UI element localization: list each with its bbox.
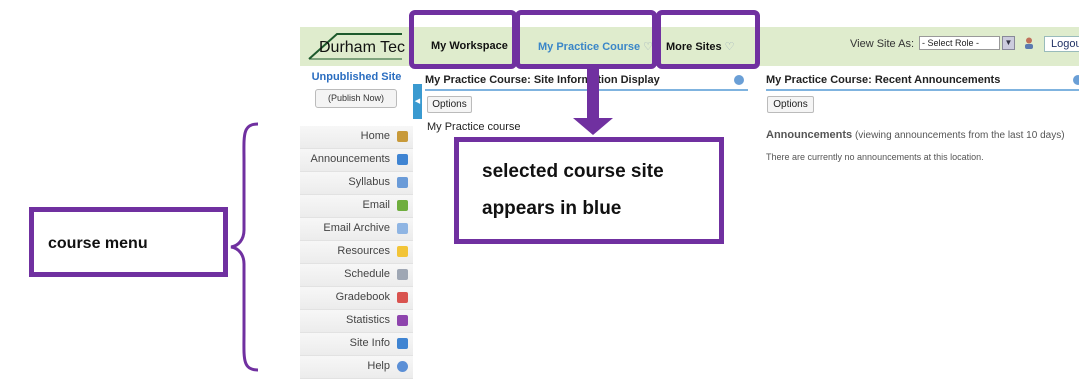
sidebar-item-label: Schedule [344, 268, 390, 280]
sidebar-item-email-archive[interactable]: Email Archive [300, 218, 413, 241]
selected-course-callout: selected course site appears in blue [454, 137, 724, 244]
arrow-down-icon [573, 118, 613, 135]
role-select[interactable]: - Select Role - [919, 36, 1000, 50]
durham-tech-logo[interactable]: Durham Tec [307, 31, 405, 61]
collapse-menu-icon[interactable]: ◀ [413, 84, 422, 119]
sidebar-item-label: Syllabus [348, 176, 390, 188]
sidebar-item-home[interactable]: Home [300, 126, 413, 149]
sidebar-item-announcements[interactable]: Announcements [300, 149, 413, 172]
info-icon [397, 338, 408, 349]
announcements-note: (viewing announcements from the last 10 … [854, 130, 1065, 141]
logo-text: Durham Tec [319, 39, 405, 56]
highlight-box [515, 10, 657, 69]
highlight-box [409, 10, 517, 69]
arrow-shaft [587, 69, 599, 119]
folder-icon [397, 246, 408, 257]
gradebook-icon [397, 292, 408, 303]
sidebar-item-label: Help [367, 360, 390, 372]
help-icon[interactable] [734, 75, 744, 85]
sidebar-item-gradebook[interactable]: Gradebook [300, 287, 413, 310]
site-status: Unpublished Site [311, 71, 402, 83]
sidebar-item-label: Home [360, 130, 390, 142]
logout-button[interactable]: Logou [1044, 36, 1079, 52]
sidebar-item-statistics[interactable]: Statistics [300, 310, 413, 333]
course-menu-callout: course menu [29, 207, 228, 277]
sidebar-item-resources[interactable]: Resources [300, 241, 413, 264]
site-description: My Practice course [427, 121, 521, 133]
curly-brace-icon [230, 122, 259, 372]
calendar-icon [397, 269, 408, 280]
user-icon [1025, 37, 1033, 49]
callout-text-line1: selected course site [482, 161, 664, 182]
home-icon [397, 131, 408, 142]
sidebar-item-label: Resources [337, 245, 390, 257]
options-button[interactable]: Options [427, 96, 472, 113]
announcements-empty-message: There are currently no announcements at … [766, 152, 984, 162]
help-icon[interactable] [1073, 75, 1079, 85]
sidebar-item-syllabus[interactable]: Syllabus [300, 172, 413, 195]
sidebar-item-label: Gradebook [335, 291, 390, 303]
options-button[interactable]: Options [767, 96, 814, 113]
megaphone-icon [397, 154, 408, 165]
callout-text: course menu [48, 235, 148, 252]
announcements-heading-label: Announcements [766, 129, 853, 141]
sidebar-item-label: Email Archive [323, 222, 390, 234]
view-site-as-label: View Site As: [850, 38, 914, 50]
email-icon [397, 200, 408, 211]
help-icon [397, 361, 408, 372]
course-menu: Home Announcements Syllabus Email Email … [300, 126, 413, 379]
publish-now-button[interactable]: (Publish Now) [315, 89, 397, 108]
highlight-box [656, 10, 760, 69]
announcements-panel-title: My Practice Course: Recent Announcements [766, 74, 1001, 86]
callout-text-line2: appears in blue [482, 198, 622, 219]
sidebar-item-email[interactable]: Email [300, 195, 413, 218]
envelope-icon [397, 223, 408, 234]
sidebar-item-schedule[interactable]: Schedule [300, 264, 413, 287]
sidebar-item-help[interactable]: Help [300, 356, 413, 379]
select-arrow-icon[interactable]: ▼ [1002, 36, 1015, 50]
sidebar-item-label: Announcements [310, 153, 391, 165]
sidebar-item-site-info[interactable]: Site Info [300, 333, 413, 356]
announcements-heading: Announcements (viewing announcements fro… [766, 129, 1065, 141]
sidebar-item-label: Statistics [345, 314, 390, 326]
site-info-panel-title: My Practice Course: Site Information Dis… [425, 74, 660, 86]
sidebar-item-label: Site Info [349, 337, 390, 349]
bar-chart-icon [397, 315, 408, 326]
document-icon [397, 177, 408, 188]
panel-divider [766, 89, 1079, 91]
sidebar-item-label: Email [362, 199, 390, 211]
